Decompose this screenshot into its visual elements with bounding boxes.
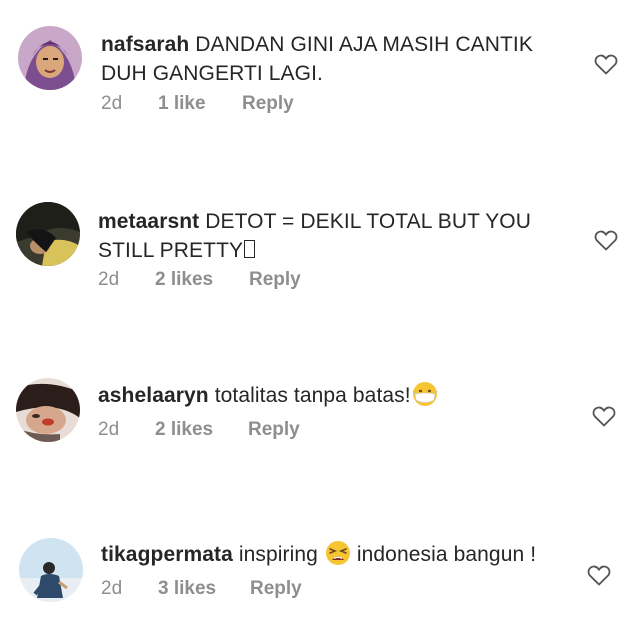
comment-username[interactable]: tikagpermata [101,543,233,566]
reply-button[interactable]: Reply [242,93,294,115]
avatar[interactable] [16,202,80,266]
face-with-medical-mask-emoji [412,381,438,407]
likes-count[interactable]: 2 likes [155,269,213,291]
heart-outline-icon[interactable] [587,564,611,586]
comment-text: nafsarah DANDAN GINI AJA MASIH CANTIK DU… [101,30,561,88]
comment-body: inspiring [238,543,318,566]
unsupported-glyph-box [244,240,256,258]
comment-text: metaarsnt DETOT = DEKIL TOTAL BUT YOU ST… [98,207,558,265]
likes-count[interactable]: 2 likes [155,419,213,441]
comment-text: ashelaaryn totalitas tanpa batas! [98,381,558,410]
heart-outline-icon[interactable] [594,53,618,75]
comment-username[interactable]: nafsarah [101,33,189,56]
comment-time: 2d [98,419,120,440]
comment-body-continued: indonesia bangun ! [356,543,537,566]
comment-username[interactable]: metaarsnt [98,210,199,233]
avatar[interactable] [16,378,80,442]
comment-text: tikagpermata inspiring indonesia bangun … [101,540,621,569]
heart-outline-icon[interactable] [594,229,618,251]
likes-count[interactable]: 1 like [158,93,206,115]
likes-count[interactable]: 3 likes [158,578,216,600]
reply-button[interactable]: Reply [250,578,302,600]
avatar[interactable] [18,26,82,90]
reply-button[interactable]: Reply [248,419,300,441]
comment-time: 2d [101,578,123,599]
avatar[interactable] [19,538,83,602]
comment-time: 2d [101,93,123,114]
tired-face-emoji [325,540,351,566]
heart-outline-icon[interactable] [592,405,616,427]
comment-time: 2d [98,269,120,290]
reply-button[interactable]: Reply [249,269,301,291]
comment-username[interactable]: ashelaaryn [98,384,209,407]
comment-body: totalitas tanpa batas! [214,384,411,407]
